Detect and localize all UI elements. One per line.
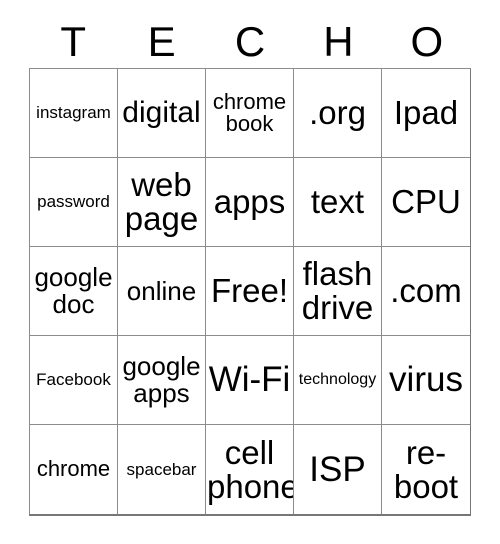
bingo-cell[interactable]: re- boot [382,425,470,514]
bingo-cell[interactable]: cell phone [206,425,294,514]
bingo-cell-label: chrome [36,456,111,482]
bingo-cell[interactable]: virus [382,336,470,425]
bingo-cell[interactable]: .org [294,69,382,158]
bingo-cell-label: flash drive [301,255,374,326]
bingo-cell[interactable]: online [118,247,206,336]
bingo-cell[interactable]: spacebar [118,425,206,514]
bingo-cell[interactable]: digital [118,69,206,158]
bingo-cell[interactable]: apps [206,158,294,247]
bingo-cell-label: virus [389,360,463,400]
bingo-cell[interactable]: instagram [30,69,118,158]
bingo-cell-label: .com [390,272,462,310]
bingo-cell-label: ISP [309,449,366,489]
header-letter-3: H [323,18,354,65]
bingo-cell-label: technology [298,370,377,388]
bingo-cell-label: online [126,275,197,306]
bingo-cell-label: Free! [210,272,289,310]
bingo-cell[interactable]: text [294,158,382,247]
bingo-cell-label: google doc [34,262,113,319]
bingo-cell[interactable]: chrome book [206,69,294,158]
bingo-cell-label: digital [122,95,201,129]
bingo-cell-label: Ipad [393,94,459,132]
bingo-cell-label: Wi-Fi [208,360,291,400]
bingo-cell[interactable]: .com [382,247,470,336]
bingo-cell-label: cell phone [207,433,294,505]
bingo-cell-label: spacebar [126,459,197,479]
bingo-cell[interactable]: google apps [118,336,206,425]
bingo-cell-label: google apps [122,351,201,408]
header-letter-4: O [410,18,444,65]
bingo-cell[interactable]: Facebook [30,336,118,425]
header-letter-1: E [147,18,176,65]
bingo-cell-label: text [310,183,365,221]
header-letter-0: T [60,18,87,65]
bingo-cell[interactable]: Free! [206,247,294,336]
bingo-cell[interactable]: ISP [294,425,382,514]
bingo-cell-label: Facebook [36,370,111,390]
bingo-cell-label: password [37,192,110,212]
bingo-cell-label: instagram [36,103,111,123]
bingo-grid: instagram digital chrome book .org Ipad passw… [29,68,471,516]
bingo-cell-label: chrome book [212,88,287,136]
bingo-cell-label: re- boot [393,433,459,505]
bingo-cell-label: apps [213,183,286,221]
bingo-cell-label: web page [124,166,199,237]
bingo-cell[interactable]: google doc [30,247,118,336]
bingo-cell-label: .org [309,94,366,132]
bingo-cell[interactable]: Wi-Fi [206,336,294,425]
bingo-cell[interactable]: CPU [382,158,470,247]
header-letter-2: C [234,18,266,65]
bingo-cell[interactable]: chrome [30,425,118,514]
bingo-cell[interactable]: flash drive [294,247,382,336]
bingo-cell[interactable]: technology [294,336,382,425]
bingo-cell[interactable]: Ipad [382,69,470,158]
bingo-header-letters: T E C H O [29,16,471,68]
bingo-cell[interactable]: password [30,158,118,247]
bingo-cell-label: CPU [391,183,461,221]
bingo-cell[interactable]: web page [118,158,206,247]
bingo-card: T E C H O instagram digital chrome book .or… [0,0,500,544]
